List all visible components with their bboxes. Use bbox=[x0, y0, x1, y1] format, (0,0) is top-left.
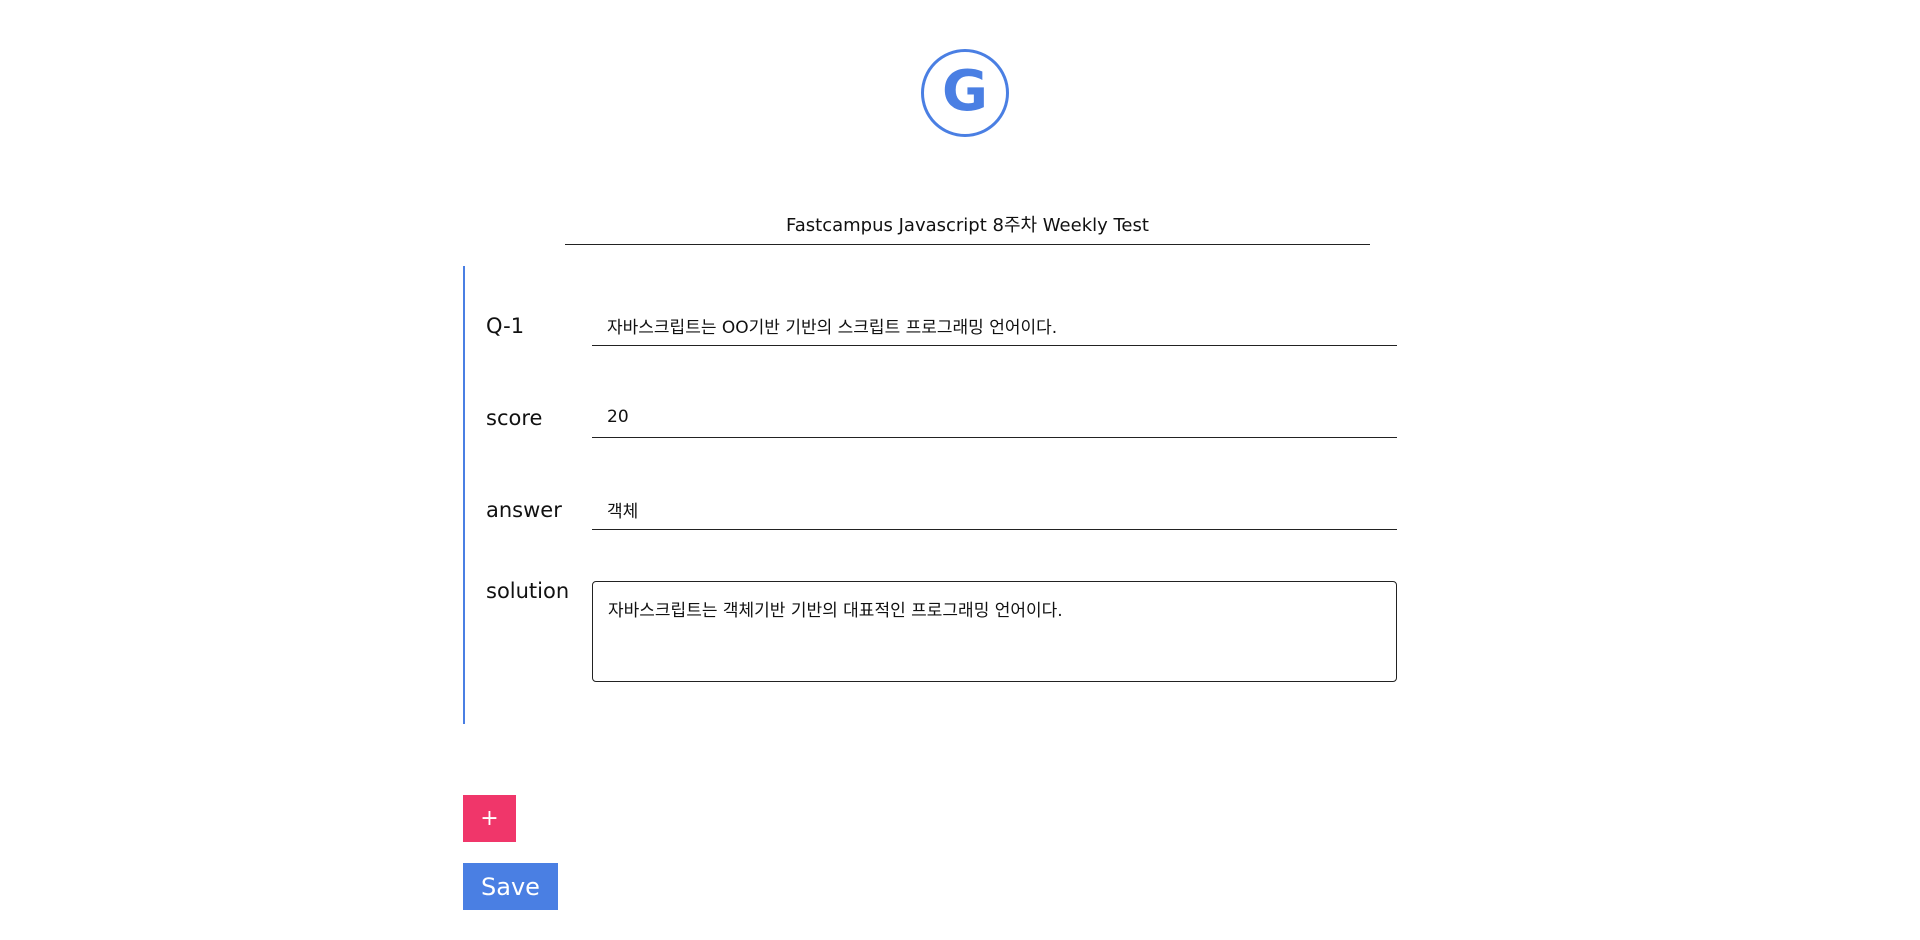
save-button[interactable]: Save bbox=[463, 863, 558, 910]
answer-input[interactable] bbox=[592, 490, 1397, 528]
score-field[interactable] bbox=[592, 398, 1397, 438]
g-logo-icon: G bbox=[921, 49, 1009, 137]
question-input[interactable] bbox=[592, 306, 1397, 344]
score-input[interactable] bbox=[592, 398, 1397, 436]
test-title-input[interactable] bbox=[565, 205, 1370, 243]
question-card: Q-1 score answer solution 자바스크립트는 객체기반 기… bbox=[463, 266, 1403, 724]
answer-label: answer bbox=[486, 498, 562, 522]
add-question-button[interactable]: + bbox=[463, 795, 516, 842]
score-label: score bbox=[486, 406, 543, 430]
question-field[interactable] bbox=[592, 306, 1397, 346]
solution-label: solution bbox=[486, 579, 570, 603]
test-title-field[interactable] bbox=[565, 205, 1370, 245]
question-number-label: Q-1 bbox=[486, 314, 525, 338]
answer-field[interactable] bbox=[592, 490, 1397, 530]
logo-letter: G bbox=[942, 59, 988, 124]
solution-textarea[interactable]: 자바스크립트는 객체기반 기반의 대표적인 프로그래밍 언어이다. bbox=[592, 581, 1397, 682]
